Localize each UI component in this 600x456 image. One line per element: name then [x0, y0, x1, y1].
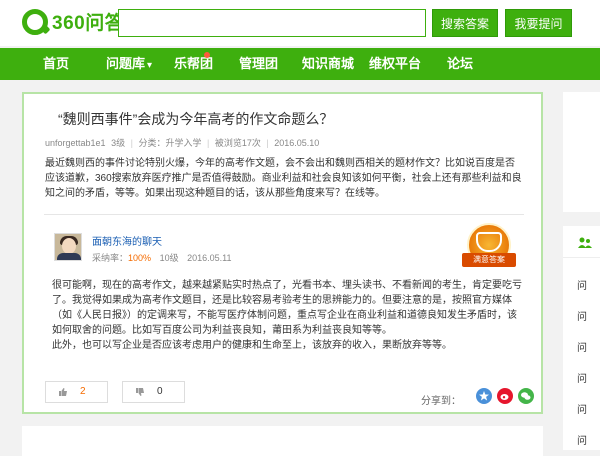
- thumbs-up-icon: [59, 388, 67, 396]
- question-author[interactable]: unforgettab1e1: [45, 138, 106, 148]
- sidebar-question-item[interactable]: 问: [577, 370, 587, 385]
- nav-item-admin-group[interactable]: 管理团: [239, 48, 278, 80]
- weibo-icon: [500, 394, 509, 400]
- star-icon: [479, 391, 489, 401]
- downvote-count: 0: [157, 386, 163, 397]
- sidebar-question-item[interactable]: 问: [577, 401, 587, 416]
- logo-ring-icon: [22, 8, 48, 35]
- best-answer: 面朝东海的聊天 采纳率：100% 10级 2016.05.11 满意答案 很可能…: [44, 214, 524, 409]
- thumbs-down-icon: [136, 388, 144, 396]
- upvote-button[interactable]: 2: [45, 381, 108, 403]
- question-views: 被浏览17次: [214, 138, 261, 148]
- chevron-down-icon: ▾: [147, 60, 153, 71]
- downvote-button[interactable]: 0: [122, 381, 185, 403]
- question-category[interactable]: 分类：升学入学: [138, 138, 201, 148]
- share-label: 分享到：: [421, 396, 461, 407]
- site-logo[interactable]: 360问答: [22, 8, 124, 35]
- nav-item-forum[interactable]: 论坛: [447, 48, 473, 80]
- adopt-rate: 100%: [128, 253, 152, 263]
- sidebar-related-questions: 问 问 问 问 问 问: [563, 226, 600, 450]
- sidebar-header: [563, 226, 600, 258]
- answerer-level: 10级: [159, 253, 179, 263]
- nav-item-label: 知识商城: [302, 56, 355, 71]
- wechat-icon: [521, 392, 531, 400]
- nav-item-label: 论坛: [447, 56, 474, 71]
- nav-item-helper-group[interactable]: 乐帮团: [174, 48, 213, 80]
- question-title: “魏则西事件”会成为今年高考的作文命题么？: [58, 111, 334, 127]
- top-header: 360问答 搜索答案 我要提问: [0, 0, 600, 46]
- nav-item-knowledge-mall[interactable]: 知识商城: [302, 48, 354, 80]
- answer-paragraph-2: 此外，也可以写企业是否应该考虑用户的健康和生命至上，该放弃的收入，果断放弃等等。: [52, 340, 452, 351]
- next-answer-card: [22, 426, 543, 456]
- question-author-level: 3级: [111, 138, 126, 148]
- ask-question-button[interactable]: 我要提问: [505, 9, 572, 37]
- search-input[interactable]: [118, 9, 426, 37]
- upvote-count: 2: [80, 386, 86, 397]
- avatar-face: [62, 238, 76, 254]
- wechat-share-icon[interactable]: [518, 388, 534, 404]
- sidebar-question-item[interactable]: 问: [577, 308, 587, 323]
- search-button[interactable]: 搜索答案: [432, 9, 498, 37]
- sidebar-question-item[interactable]: 问: [577, 432, 587, 447]
- nav-item-label: 管理团: [239, 56, 279, 71]
- question-card: “魏则西事件”会成为今年高考的作文命题么？ unforgettab1e1 3级 …: [22, 92, 543, 414]
- avatar[interactable]: [54, 233, 82, 261]
- nav-item-home[interactable]: 首页: [43, 48, 69, 80]
- sidebar-question-item[interactable]: 问: [577, 277, 587, 292]
- notification-dot: [204, 52, 210, 58]
- logo-text: 360问答: [52, 13, 125, 34]
- question-date: 2016.05.10: [274, 138, 320, 148]
- weibo-share-icon[interactable]: [497, 388, 513, 404]
- nav-item-label: 乐帮团: [174, 56, 214, 71]
- adopt-label: 采纳率：: [92, 253, 129, 263]
- answer-paragraph-1: 很可能啊，现在的高考作文，越来越紧贴实时热点了，光看书本、埋头读书、不看新闻的考…: [52, 280, 522, 336]
- qzone-share-icon[interactable]: [476, 388, 492, 404]
- avatar-shirt: [57, 253, 81, 260]
- answerer-name[interactable]: 面朝东海的聊天: [92, 233, 162, 248]
- answer-date: 2016.05.11: [187, 253, 232, 263]
- nav-item-label: 维权平台: [369, 56, 422, 71]
- badge-label: 满意答案: [462, 253, 516, 267]
- nav-item-label: 问题库: [106, 56, 146, 71]
- sidebar-question-item[interactable]: 问: [577, 339, 587, 354]
- question-meta: unforgettab1e1 3级 | 分类：升学入学 | 被浏览17次 | 2…: [45, 138, 320, 148]
- question-body: 最近魏则西的事件讨论特别火爆，今年的高考作文题，会不会出和魏则西相关的题材作文？…: [45, 158, 522, 199]
- satisfied-answer-badge-icon: 满意答案: [462, 223, 516, 277]
- main-nav: 首页 问题库 ▾ 乐帮团 管理团 知识商城 维权平台 论坛: [0, 48, 600, 80]
- answer-meta: 采纳率：100% 10级 2016.05.11: [92, 251, 231, 264]
- nav-item-rights-platform[interactable]: 维权平台: [369, 48, 421, 80]
- users-icon: [578, 237, 592, 248]
- answer-text: 很可能啊，现在的高考作文，越来越紧贴实时热点了，光看书本、埋头读书、不看新闻的考…: [52, 278, 522, 353]
- nav-item-question-bank[interactable]: 问题库 ▾: [106, 48, 152, 80]
- sidebar-card-top: [563, 92, 600, 212]
- nav-item-label: 首页: [43, 56, 70, 71]
